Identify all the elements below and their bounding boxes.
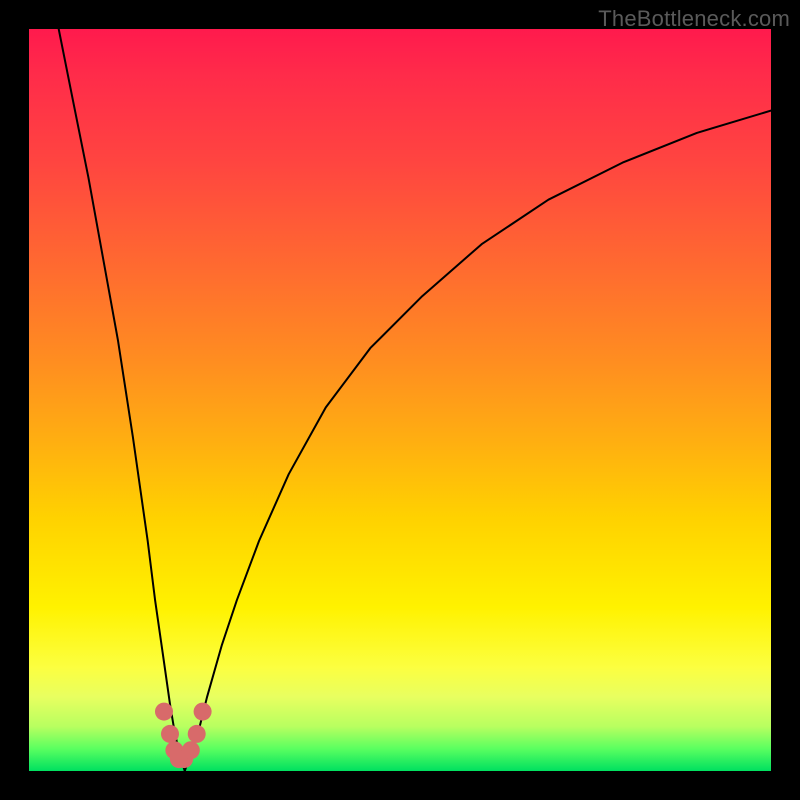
- highlight-marker: [188, 725, 206, 743]
- curve-svg: [29, 29, 771, 771]
- chart-frame: TheBottleneck.com: [0, 0, 800, 800]
- plot-area: [29, 29, 771, 771]
- highlight-marker: [161, 725, 179, 743]
- curve-left: [59, 29, 185, 771]
- highlight-markers: [155, 703, 212, 769]
- highlight-marker: [155, 703, 173, 721]
- highlight-marker: [182, 741, 200, 759]
- curve-right: [185, 111, 771, 771]
- highlight-marker: [194, 703, 212, 721]
